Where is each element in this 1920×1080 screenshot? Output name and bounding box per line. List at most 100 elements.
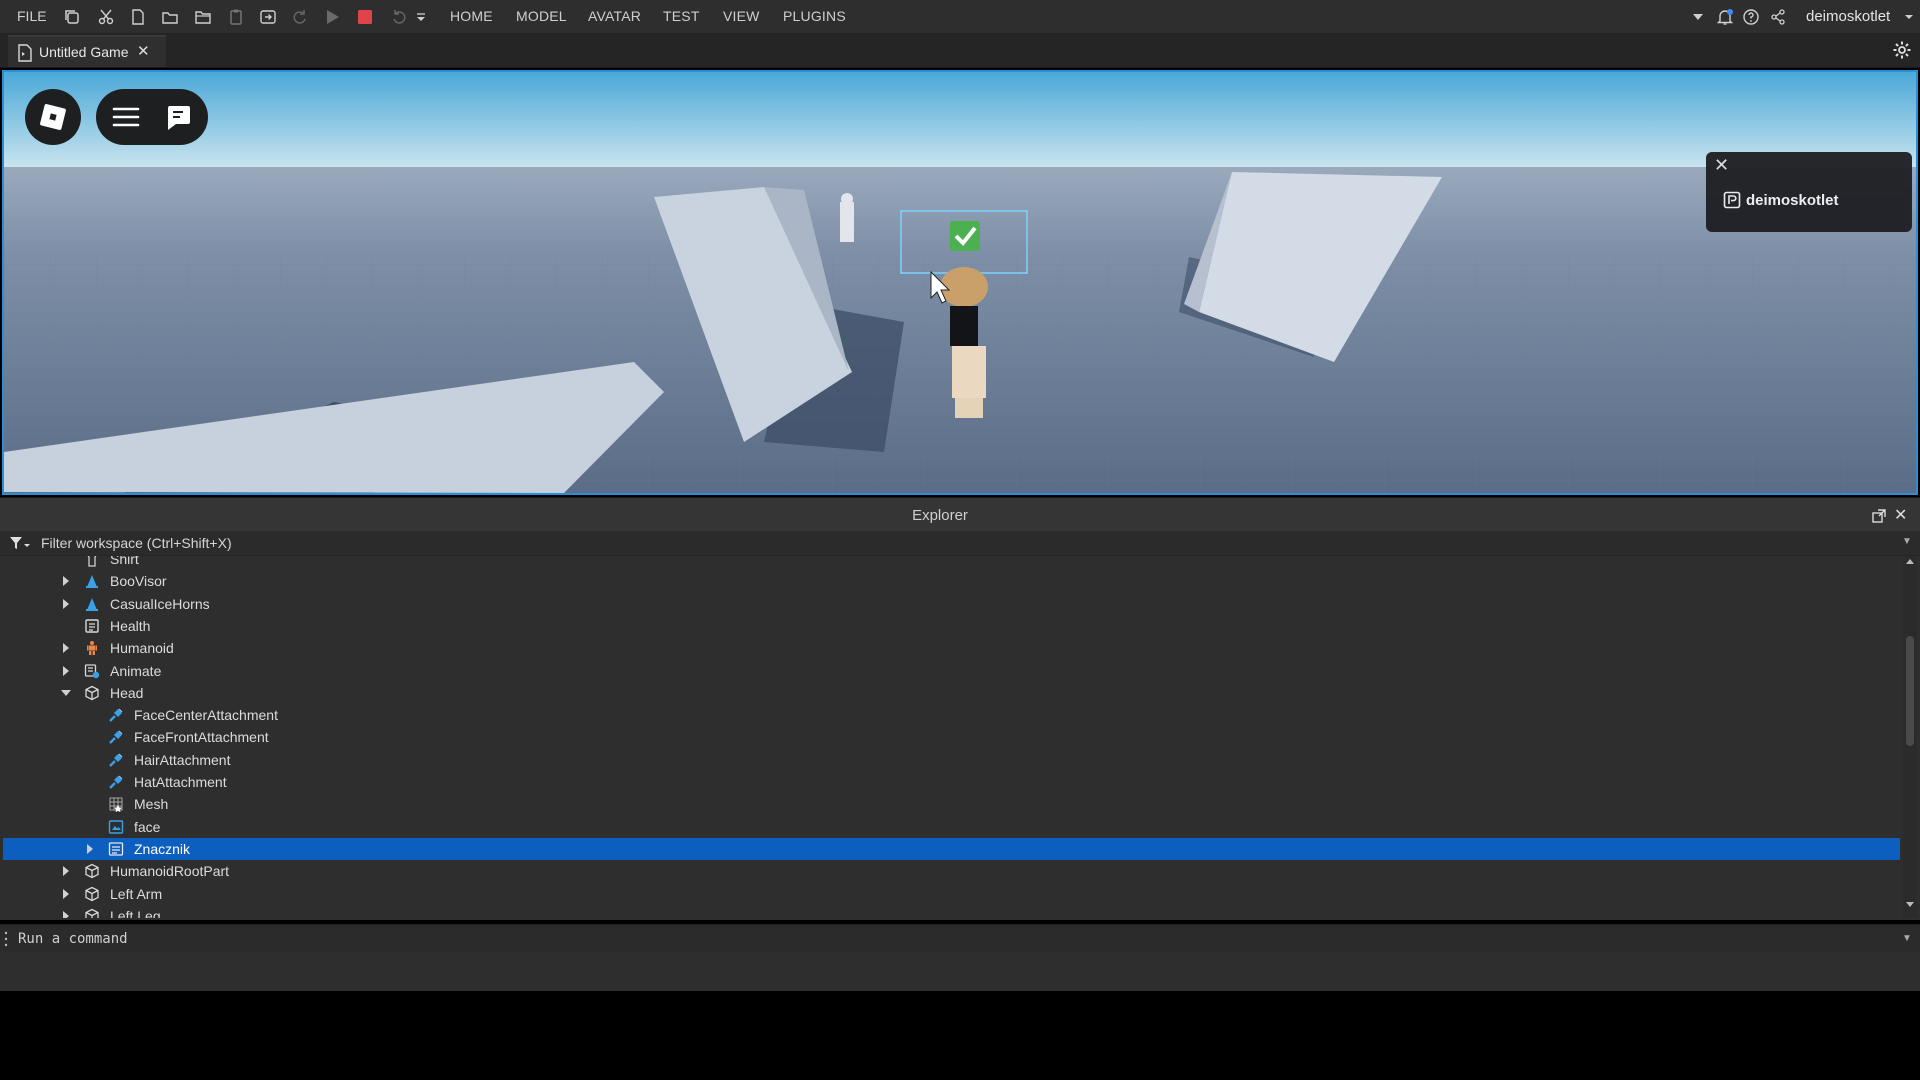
tree-row-label: FaceCenterAttachment (134, 707, 278, 724)
expand-arrow-right-icon[interactable] (60, 910, 72, 918)
accessory-icon (84, 573, 100, 589)
scroll-up-icon[interactable] (1906, 558, 1914, 564)
user-chevron-down-icon[interactable] (1902, 7, 1916, 27)
paste-icon[interactable] (226, 7, 246, 27)
expand-arrow-right-icon[interactable] (60, 575, 72, 587)
tree-row[interactable]: Health (3, 615, 1900, 637)
close-icon[interactable]: ✕ (1714, 155, 1729, 176)
explorer-panel: Explorer ✕ Filter workspace (Ctrl+Shift+… (0, 497, 1920, 920)
chat-icon[interactable] (162, 101, 194, 133)
tree-row[interactable]: Left Arm (3, 883, 1900, 905)
part-icon (84, 886, 100, 902)
hud-menu-group (96, 89, 208, 145)
new-file-icon[interactable] (128, 7, 148, 27)
player-name: deimoskotlet (1746, 192, 1839, 209)
tab-test[interactable]: TEST (663, 8, 700, 24)
tree-row[interactable]: face (3, 816, 1900, 838)
file-menu[interactable]: FILE (17, 8, 47, 24)
tree-row[interactable]: FaceFrontAttachment (3, 726, 1900, 748)
tree-row-label: HatAttachment (134, 774, 227, 790)
tree-row-label: Mesh (134, 796, 169, 813)
roblox-menu-button[interactable] (25, 89, 81, 145)
explorer-scrollbar[interactable] (1903, 556, 1917, 918)
tree-row[interactable]: Znacznik (3, 837, 1900, 860)
game-viewport[interactable]: ✕ deimoskotlet (2, 70, 1918, 495)
tree-row[interactable]: HumanoidRootPart (3, 860, 1900, 882)
float-panel-icon[interactable] (1872, 509, 1886, 523)
tree-row-label: Left Leg (110, 907, 161, 918)
humanoid-icon (84, 640, 100, 656)
tree-row-label: Shirt (110, 556, 139, 567)
close-tab-icon[interactable]: ✕ (137, 42, 150, 60)
close-explorer-icon[interactable]: ✕ (1894, 505, 1907, 525)
scrollbar-thumb[interactable] (1906, 636, 1914, 746)
tab-plugins[interactable]: PLUGINS (783, 8, 846, 24)
share-icon[interactable] (1768, 7, 1788, 27)
game-scene (4, 72, 1916, 493)
local-script-icon (84, 663, 100, 679)
stop-icon[interactable] (355, 7, 375, 27)
mesh-icon (108, 796, 124, 813)
part-icon (84, 685, 100, 701)
redo-icon[interactable] (290, 7, 310, 27)
open-folder-icon[interactable] (160, 7, 180, 27)
document-title: Untitled Game (39, 44, 129, 60)
undo-icon[interactable] (389, 7, 409, 27)
tab-model[interactable]: MODEL (516, 8, 567, 24)
help-icon[interactable] (1741, 7, 1761, 27)
tree-row[interactable]: Head (3, 682, 1900, 704)
player-list-panel: ✕ deimoskotlet (1706, 152, 1912, 232)
roblox-logo-icon (40, 104, 66, 130)
drag-grip-icon[interactable] (4, 931, 8, 947)
tree-row[interactable]: CasualIceHorns (3, 593, 1900, 615)
tree-row[interactable]: Humanoid (3, 637, 1900, 659)
explorer-header: Explorer ✕ (0, 497, 1920, 532)
tree-row-label: HairAttachment (134, 751, 231, 768)
filter-workspace-input[interactable]: Filter workspace (Ctrl+Shift+X) (41, 535, 232, 551)
chevron-down-icon[interactable] (1688, 7, 1708, 27)
command-dropdown-icon[interactable]: ▼ (1902, 933, 1912, 944)
expand-arrow-right-icon[interactable] (60, 598, 72, 610)
tree-row-label: Animate (110, 662, 162, 679)
expand-arrow-right-icon[interactable] (84, 843, 96, 855)
settings-gear-icon[interactable] (1892, 40, 1912, 60)
tab-view[interactable]: VIEW (723, 8, 760, 24)
filter-icon[interactable] (9, 535, 31, 551)
expand-arrow-right-icon[interactable] (60, 888, 72, 900)
filter-row: Filter workspace (Ctrl+Shift+X) ▼ (0, 531, 1920, 556)
tree-row-label: Znacznik (134, 840, 191, 857)
tree-row[interactable]: Animate (3, 660, 1900, 682)
expand-arrow-right-icon[interactable] (60, 865, 72, 877)
attachment-icon (108, 752, 124, 768)
npc-figure (840, 202, 854, 242)
copy-icon[interactable] (62, 7, 82, 27)
tree-row[interactable]: Shirt (3, 556, 1900, 570)
folder-icon[interactable] (193, 7, 213, 27)
filter-dropdown-icon[interactable]: ▼ (1902, 536, 1912, 547)
notifications-icon[interactable] (1715, 7, 1735, 27)
place-file-icon (17, 44, 33, 62)
tree-row[interactable]: BooVisor (3, 570, 1900, 592)
command-input[interactable]: Run a command (18, 931, 128, 947)
tree-row[interactable]: FaceCenterAttachment (3, 704, 1900, 726)
tab-home[interactable]: HOME (450, 8, 493, 24)
tree-row[interactable]: HatAttachment (3, 771, 1900, 793)
play-icon[interactable] (322, 7, 342, 27)
command-bar: Run a command ▼ (0, 924, 1920, 953)
cut-icon[interactable] (96, 7, 116, 27)
publish-icon[interactable] (258, 7, 278, 27)
document-tab[interactable]: Untitled Game ✕ (8, 35, 166, 67)
tree-row[interactable]: Mesh (3, 793, 1900, 815)
username-menu[interactable]: deimoskotlet (1806, 8, 1890, 25)
tab-avatar[interactable]: AVATAR (588, 8, 641, 24)
tree-row[interactable]: Left Leg (3, 905, 1900, 918)
expand-arrow-down-icon[interactable] (60, 687, 72, 699)
tree-row-label: face (134, 818, 161, 835)
explorer-tree: Shirt BooVisor CasualIceHorns Health Humanoi… (3, 556, 1900, 918)
hamburger-menu-icon[interactable] (110, 101, 142, 133)
tree-row[interactable]: HairAttachment (3, 749, 1900, 771)
expand-arrow-right-icon[interactable] (60, 665, 72, 677)
scroll-down-icon[interactable] (1906, 902, 1914, 908)
expand-arrow-right-icon[interactable] (60, 642, 72, 654)
customize-toolbar-icon[interactable] (414, 7, 428, 27)
